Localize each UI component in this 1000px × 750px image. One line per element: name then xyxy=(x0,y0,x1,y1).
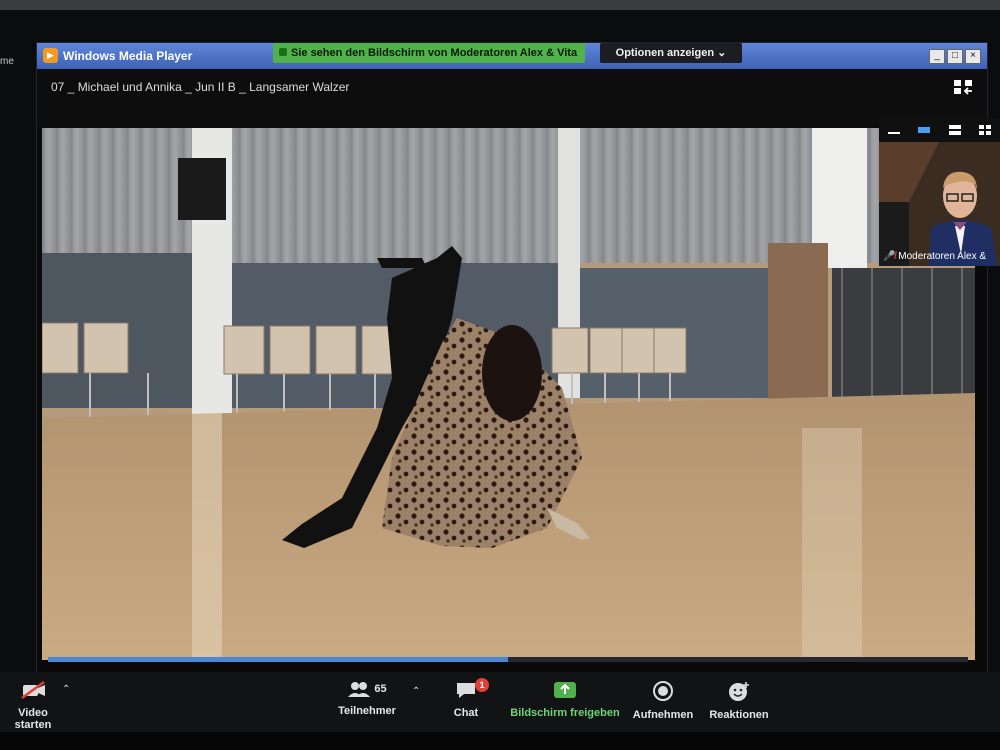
monitor-bezel xyxy=(0,0,1000,10)
media-player-logo-icon: ▶ xyxy=(43,48,58,63)
window-title: Windows Media Player xyxy=(63,49,193,63)
monitor-bottom-bezel xyxy=(0,732,1000,750)
meeting-toolbar: Video starten ⌃ 65 Teilnehmer ⌃ 1 Chat B… xyxy=(0,672,1000,732)
chat-label: Chat xyxy=(453,707,479,719)
record-button[interactable]: Aufnehmen xyxy=(630,680,696,721)
reactions-label: Reaktionen xyxy=(709,709,769,721)
close-button[interactable]: × xyxy=(965,49,981,64)
seek-bar-fill xyxy=(48,657,508,662)
reactions-smiley-icon xyxy=(729,682,749,701)
track-title: 07 _ Michael und Annika _ Jun II B _ Lan… xyxy=(51,80,350,94)
participant-name: Moderatoren Alex & xyxy=(898,251,987,262)
minimize-thumbnail-icon[interactable] xyxy=(887,125,901,135)
participants-button[interactable]: 65 Teilnehmer xyxy=(335,680,399,717)
participants-label: Teilnehmer xyxy=(338,705,396,717)
share-indicator-icon xyxy=(279,48,287,56)
thumbnail-toolbar xyxy=(879,118,1000,142)
participant-name-label: 🎤̸ Moderatoren Alex & xyxy=(883,251,986,262)
participants-icon xyxy=(348,682,371,697)
participant-image xyxy=(879,142,1000,266)
share-screen-icon xyxy=(554,682,576,698)
track-info-bar: 07 _ Michael und Annika _ Jun II B _ Lan… xyxy=(37,69,987,127)
record-icon xyxy=(653,681,673,701)
start-video-button[interactable]: Video starten xyxy=(0,680,66,731)
maximize-button[interactable]: □ xyxy=(947,49,963,64)
screen-share-banner: Sie sehen den Bildschirm von Moderatoren… xyxy=(273,43,586,63)
left-edge-text: me xyxy=(0,56,14,67)
view-options-button[interactable]: Optionen anzeigen ⌄ xyxy=(600,43,742,63)
chat-unread-badge: 1 xyxy=(475,678,489,692)
minimize-button[interactable]: _ xyxy=(929,49,945,64)
participants-options-caret-icon[interactable]: ⌃ xyxy=(412,686,420,697)
video-options-caret-icon[interactable]: ⌃ xyxy=(62,684,70,695)
start-video-label: Video starten xyxy=(14,707,52,731)
participant-thumbnail[interactable]: 🎤̸ Moderatoren Alex & xyxy=(879,118,1000,266)
muted-mic-icon: 🎤̸ xyxy=(883,251,896,262)
participants-count: 65 xyxy=(374,683,387,695)
chat-bubble-icon xyxy=(457,683,475,698)
participant-video: 🎤̸ Moderatoren Alex & xyxy=(879,142,1000,266)
window-controls: _ □ × xyxy=(929,49,981,64)
record-label: Aufnehmen xyxy=(632,709,694,721)
share-screen-label: Bildschirm freigeben xyxy=(510,707,620,719)
video-off-icon xyxy=(21,680,45,700)
single-view-icon[interactable] xyxy=(917,125,931,135)
seek-bar[interactable] xyxy=(48,657,968,662)
chat-button[interactable]: 1 Chat xyxy=(448,678,489,719)
share-screen-button[interactable]: Bildschirm freigeben xyxy=(508,680,622,719)
speaker-view-icon[interactable] xyxy=(948,124,962,136)
share-banner-text: Sie sehen den Bildschirm von Moderatoren… xyxy=(291,47,578,59)
video-frame[interactable] xyxy=(42,128,975,660)
gallery-view-icon[interactable] xyxy=(978,124,992,136)
switch-view-icon[interactable] xyxy=(953,79,973,95)
reactions-button[interactable]: Reaktionen xyxy=(706,680,772,721)
dance-video-image xyxy=(42,128,975,660)
